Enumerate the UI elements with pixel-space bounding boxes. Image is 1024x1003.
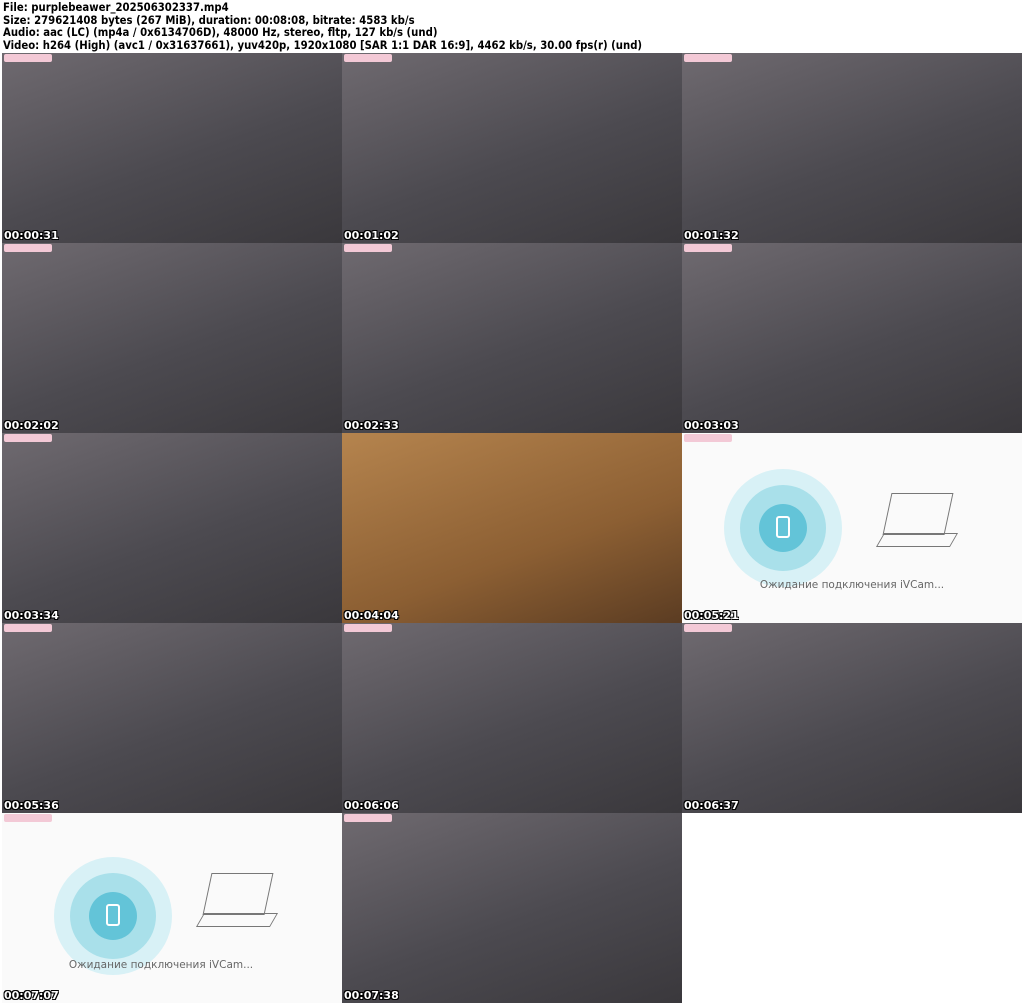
thumbnail: 00:07:38 [342,813,682,1003]
timestamp: 00:02:02 [4,419,59,432]
laptop-icon [882,493,954,535]
logo-badge [344,54,392,62]
logo-badge [684,244,732,252]
timestamp: 00:03:03 [684,419,739,432]
logo-badge [344,624,392,632]
timestamp: 00:01:02 [344,229,399,242]
thumbnail: 00:03:03 [682,243,1022,433]
thumbnail-ivcam: Ожидание подключения iVCam... 00:05:21 [682,433,1022,623]
logo-badge [4,54,52,62]
thumbnail: 00:02:33 [342,243,682,433]
thumbnail: 00:01:32 [682,53,1022,243]
logo-badge [4,624,52,632]
laptop-icon [202,873,274,915]
audio-info: Audio: aac (LC) (mp4a / 0x6134706D), 480… [3,25,438,40]
empty-cell [682,813,1022,1003]
laptop-base [875,533,959,547]
thumbnail: 00:05:36 [2,623,342,813]
ivcam-rings [724,469,842,587]
ivcam-waiting-text: Ожидание подключения iVCam... [68,959,254,971]
logo-badge [344,244,392,252]
timestamp: 00:03:34 [4,609,59,622]
thumbnail: 00:06:06 [342,623,682,813]
timestamp: 00:04:04 [344,609,399,622]
timestamp: 00:06:37 [684,799,739,812]
thumbnail: 00:01:02 [342,53,682,243]
logo-badge [344,814,392,822]
thumbnail: 00:00:31 [2,53,342,243]
thumbnail-grid: 00:00:31 00:01:02 00:01:32 00:02:02 00:0… [2,53,1022,1003]
logo-badge [4,244,52,252]
timestamp: 00:07:38 [344,989,399,1002]
logo-badge [4,434,52,442]
thumbnail-ivcam: Ожидание подключения iVCam... 00:07:07 [2,813,342,1003]
timestamp: 00:07:07 [4,989,59,1002]
thumbnail: 00:02:02 [2,243,342,433]
ivcam-rings [54,857,172,975]
thumbnail: 00:06:37 [682,623,1022,813]
logo-badge [684,434,732,442]
phone-icon [106,904,120,926]
file-info: File: purplebeawer_202506302337.mp4 Size… [3,1,642,51]
phone-icon [776,516,790,538]
thumbnail: 00:03:34 [2,433,342,623]
timestamp: 00:05:21 [684,609,739,622]
logo-badge [684,624,732,632]
timestamp: 00:02:33 [344,419,399,432]
video-info: Video: h264 (High) (avc1 / 0x31637661), … [3,37,643,52]
thumbnail: 00:04:04 [342,433,682,623]
logo-badge [4,814,52,822]
timestamp: 00:00:31 [4,229,59,242]
timestamp: 00:01:32 [684,229,739,242]
file-name: File: purplebeawer_202506302337.mp4 [3,0,229,14]
ivcam-waiting-text: Ожидание подключения iVCam... [759,579,945,591]
timestamp: 00:06:06 [344,799,399,812]
timestamp: 00:05:36 [4,799,59,812]
logo-badge [684,54,732,62]
laptop-base [195,913,279,927]
